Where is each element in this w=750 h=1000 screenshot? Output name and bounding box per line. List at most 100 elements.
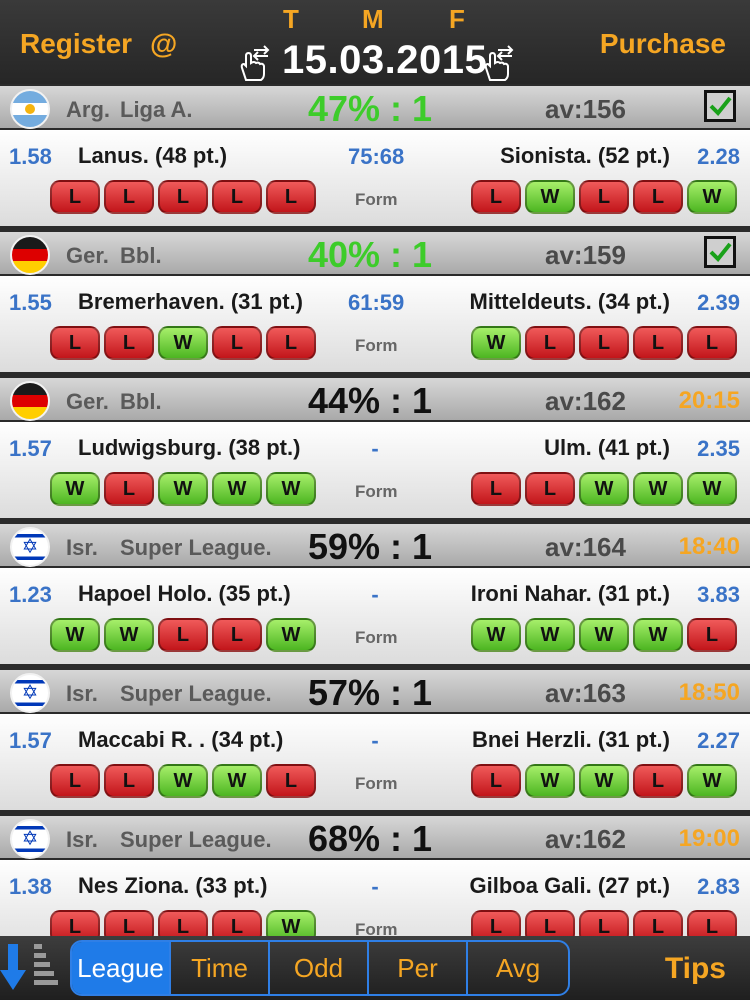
win-percentage: 40% : 1 (308, 234, 433, 275)
form-result-badge: L (687, 618, 737, 652)
away-odd: 2.83 (697, 874, 740, 899)
filter-t-button[interactable]: T (283, 4, 299, 35)
form-result-badge: W (525, 764, 575, 798)
league-header: Ger. Bbl. 40% : 1 av:159 (0, 232, 750, 275)
match-detail: 1.23 Hapoel Holo. (35 pt.) - Ironi Nahar… (0, 568, 750, 664)
form-result-badge: L (158, 618, 208, 652)
email-button[interactable]: @ (150, 28, 177, 60)
form-label: Form (355, 190, 398, 209)
league-header: Arg. Liga A. 47% : 1 av:156 (0, 86, 750, 129)
form-result-badge: W (687, 180, 737, 214)
tab-time[interactable]: Time (171, 942, 270, 994)
tab-avg[interactable]: Avg (468, 942, 568, 994)
register-button[interactable]: Register (20, 28, 132, 60)
match-detail: 1.55 Bremerhaven. (31 pt.) 61:59 Mitteld… (0, 276, 750, 372)
prediction-check-icon[interactable] (704, 90, 736, 122)
home-team: Bremerhaven. (31 pt.) (78, 289, 303, 314)
league-country: Ger. (66, 243, 109, 268)
away-team: Mitteldeuts. (34 pt.) (469, 289, 670, 314)
match-card[interactable]: ✡ Isr. Super League. 57% : 1 av:163 18:5… (0, 668, 750, 814)
home-team: Hapoel Holo. (35 pt.) (78, 581, 291, 606)
form-result-badge: L (104, 472, 154, 506)
match-card[interactable]: Ger. Bbl. 44% : 1 av:162 20:15 1.57 Ludw… (0, 376, 750, 522)
form-result-badge: L (579, 326, 629, 360)
form-result-badge: W (687, 764, 737, 798)
form-result-badge: L (50, 326, 100, 360)
swipe-next-date-icon[interactable] (478, 44, 516, 82)
form-label: Form (355, 482, 398, 501)
form-result-badge: W (50, 472, 100, 506)
tips-button[interactable]: Tips (665, 952, 726, 986)
bottom-toolbar: League Time Odd Per Avg Tips (0, 936, 750, 1000)
top-bar: Register @ T M F 15.03.2015 Purchase (0, 0, 750, 84)
form-result-badge: W (266, 618, 316, 652)
purchase-button[interactable]: Purchase (600, 28, 726, 60)
form-result-badge: L (525, 472, 575, 506)
star-of-david-icon: ✡ (21, 828, 39, 850)
match-score: - (371, 436, 379, 461)
away-team: Bnei Herzli. (31 pt.) (471, 727, 670, 752)
form-result-badge: L (50, 764, 100, 798)
form-label: Form (355, 336, 398, 355)
form-result-badge: L (471, 472, 521, 506)
form-label: Form (355, 628, 398, 647)
form-result-badge: L (266, 764, 316, 798)
home-team: Ludwigsburg. (38 pt.) (78, 435, 301, 460)
form-result-badge: W (471, 618, 521, 652)
form-result-badge: W (471, 326, 521, 360)
form-result-badge: L (212, 618, 262, 652)
away-team: Sionista. (52 pt.) (500, 143, 670, 168)
tab-league[interactable]: League (72, 942, 171, 994)
match-card[interactable]: Arg. Liga A. 47% : 1 av:156 1.58 Lanus. … (0, 84, 750, 230)
league-header: ✡ Isr. Super League. 59% : 1 av:164 18:4… (0, 524, 750, 567)
league-country: Isr. (66, 535, 98, 560)
win-percentage: 68% : 1 (308, 818, 433, 859)
away-odd: 2.35 (697, 436, 740, 461)
league-name: Super League. (120, 827, 272, 852)
tab-per[interactable]: Per (369, 942, 468, 994)
prediction-check-icon[interactable] (704, 236, 736, 268)
form-result-badge: L (266, 180, 316, 214)
league-name: Bbl. (120, 243, 162, 268)
away-odd: 2.28 (697, 144, 740, 169)
current-date[interactable]: 15.03.2015 (282, 38, 487, 83)
sun-icon (25, 104, 35, 114)
form-result-badge: W (579, 472, 629, 506)
filter-f-button[interactable]: F (449, 4, 465, 35)
form-result-badge: L (633, 326, 683, 360)
form-result-badge: L (525, 326, 575, 360)
form-result-badge: W (212, 472, 262, 506)
match-card[interactable]: ✡ Isr. Super League. 59% : 1 av:164 18:4… (0, 522, 750, 668)
home-team: Lanus. (48 pt.) (78, 143, 228, 168)
form-result-badge: L (212, 180, 262, 214)
win-percentage: 57% : 1 (308, 672, 433, 713)
form-result-badge: W (158, 326, 208, 360)
form-result-badge: W (266, 472, 316, 506)
away-team: Gilboa Gali. (27 pt.) (469, 873, 670, 898)
match-detail: 1.58 Lanus. (48 pt.) 75:68 Sionista. (52… (0, 130, 750, 226)
form-result-badge: L (104, 326, 154, 360)
israel-flag-icon: ✡ (10, 527, 50, 567)
tab-odd[interactable]: Odd (270, 942, 369, 994)
form-result-badge: L (266, 326, 316, 360)
israel-flag-icon: ✡ (10, 819, 50, 859)
league-name: Bbl. (120, 389, 162, 414)
average-points: av:162 (545, 386, 626, 416)
match-time: 18:40 (678, 533, 740, 560)
home-team: Maccabi R. . (34 pt.) (78, 727, 284, 752)
match-score: 75:68 (348, 144, 405, 169)
filter-m-button[interactable]: M (362, 4, 384, 35)
league-header: Ger. Bbl. 44% : 1 av:162 20:15 (0, 378, 750, 421)
league-country: Ger. (66, 389, 109, 414)
away-odd: 3.83 (697, 582, 740, 607)
form-result-badge: L (50, 180, 100, 214)
swipe-previous-date-icon[interactable] (234, 44, 272, 82)
match-list: Arg. Liga A. 47% : 1 av:156 1.58 Lanus. … (0, 84, 750, 960)
sort-descending-icon[interactable] (0, 940, 64, 996)
league-name: Super League. (120, 681, 272, 706)
match-card[interactable]: Ger. Bbl. 40% : 1 av:159 1.55 Bremerhave… (0, 230, 750, 376)
form-result-badge: L (633, 764, 683, 798)
form-result-badge: W (525, 180, 575, 214)
form-result-badge: W (158, 764, 208, 798)
match-score: - (371, 728, 379, 753)
